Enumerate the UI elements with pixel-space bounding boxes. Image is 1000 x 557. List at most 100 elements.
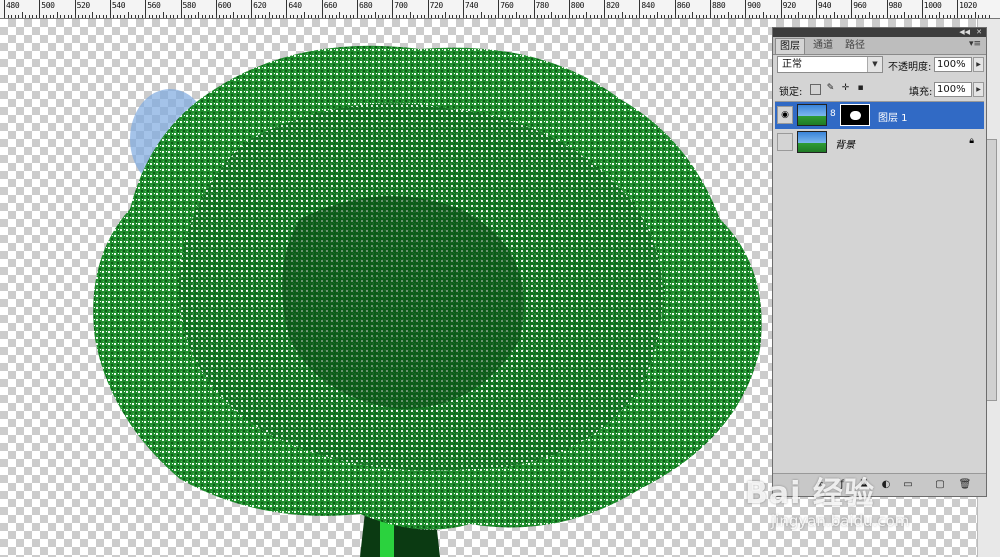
opacity-slider-arrow[interactable]: ▶ bbox=[973, 57, 984, 72]
ruler-label: 940 bbox=[817, 1, 832, 10]
ruler-tick bbox=[508, 15, 510, 18]
ruler-tick bbox=[346, 15, 348, 18]
lock-transparency-icon[interactable] bbox=[810, 84, 821, 95]
ruler-tick bbox=[258, 15, 260, 18]
ruler-label: 580 bbox=[182, 1, 197, 10]
layer-row-background[interactable]: 背景 🔒︎ bbox=[775, 129, 984, 156]
menu-icon[interactable]: ▾≡ bbox=[969, 39, 981, 49]
layer-mask-thumbnail[interactable] bbox=[840, 104, 870, 126]
move-icon[interactable]: ✛ bbox=[840, 83, 851, 94]
ruler-tick bbox=[551, 12, 553, 18]
layer-name[interactable]: 背景 bbox=[835, 136, 855, 151]
ruler-tick bbox=[349, 15, 351, 18]
ruler-tick bbox=[162, 12, 164, 18]
ruler-tick bbox=[734, 15, 736, 18]
fill-slider-arrow[interactable]: ▶ bbox=[973, 82, 984, 97]
ruler-tick bbox=[611, 15, 613, 18]
ruler-tick bbox=[614, 15, 616, 18]
ruler-tick bbox=[597, 15, 599, 18]
tab-paths[interactable]: 路径 bbox=[841, 38, 869, 53]
new-group-icon[interactable]: ▭ bbox=[901, 478, 915, 491]
ruler-tick bbox=[589, 15, 591, 18]
ruler-label: 1020 bbox=[959, 1, 977, 10]
ruler-label: 880 bbox=[712, 1, 726, 10]
ruler-tick bbox=[904, 12, 906, 18]
panel-bottom-toolbar: ∞ ƒ ◘ ◐ ▭ ▢ 🗑︎ bbox=[773, 473, 986, 496]
ruler-tick bbox=[868, 12, 870, 18]
ruler-tick bbox=[826, 15, 828, 18]
ruler-tick bbox=[466, 15, 468, 18]
ruler-tick bbox=[607, 15, 609, 18]
ruler-tick bbox=[42, 15, 44, 18]
lock-icon: 🔒︎ bbox=[969, 136, 974, 146]
ruler-tick bbox=[953, 15, 955, 18]
ruler-tick bbox=[74, 0, 76, 18]
add-mask-icon[interactable]: ◘ bbox=[857, 478, 871, 491]
ruler-tick bbox=[639, 0, 641, 18]
ruler-label: 1000 bbox=[923, 1, 942, 10]
ruler-tick bbox=[56, 12, 58, 18]
ruler-tick bbox=[381, 15, 383, 18]
ruler-tick bbox=[335, 15, 337, 18]
layers-list: ◉ 8 图层 1 背景 🔒︎ bbox=[775, 101, 984, 467]
brush-icon[interactable]: ✎ bbox=[825, 83, 836, 94]
ruler-tick bbox=[822, 15, 824, 18]
ruler-tick bbox=[279, 15, 281, 18]
ruler-tick bbox=[402, 15, 404, 18]
tab-channels[interactable]: 通道 bbox=[809, 38, 837, 53]
trash-icon[interactable]: 🗑︎ bbox=[958, 478, 972, 491]
blend-mode-value: 正常 bbox=[782, 59, 802, 70]
new-layer-icon[interactable]: ▢ bbox=[933, 478, 947, 491]
ruler-tick bbox=[964, 15, 966, 18]
opacity-field[interactable]: 100% bbox=[934, 57, 972, 72]
link-layers-icon[interactable]: ∞ bbox=[813, 478, 827, 491]
panel-title-bar[interactable]: ◀◀ ✕ bbox=[773, 28, 986, 37]
visibility-toggle[interactable] bbox=[777, 133, 793, 151]
fill-field[interactable]: 100% bbox=[934, 82, 972, 97]
ruler-tick bbox=[706, 15, 708, 18]
ruler-tick bbox=[4, 0, 5, 18]
eye-icon[interactable]: ◉ bbox=[777, 106, 793, 124]
close-icon[interactable]: ✕ bbox=[976, 28, 982, 37]
layers-panel: ◀◀ ✕ 图层 通道 路径 ▾≡ 正常 ▼ 不透明度: 100% ▶ 锁定: ✎… bbox=[772, 27, 987, 497]
ruler-tick bbox=[858, 15, 860, 18]
blend-mode-select[interactable]: 正常 ▼ bbox=[777, 56, 883, 73]
ruler-label: 720 bbox=[429, 1, 444, 10]
ruler-tick bbox=[505, 15, 507, 18]
ruler-tick bbox=[413, 15, 415, 18]
ruler-tick bbox=[254, 15, 256, 18]
ruler-tick bbox=[409, 12, 411, 18]
ruler-tick bbox=[477, 15, 479, 18]
ruler-tick bbox=[173, 15, 175, 18]
lock-icon[interactable]: ▪ bbox=[855, 83, 866, 94]
layer-name[interactable]: 图层 1 bbox=[878, 109, 908, 124]
ruler-tick bbox=[762, 12, 764, 18]
ruler-tick bbox=[642, 15, 644, 18]
ruler-tick bbox=[618, 15, 620, 18]
ruler-tick bbox=[85, 15, 87, 18]
ruler-tick bbox=[671, 15, 673, 18]
ruler-tick bbox=[960, 15, 962, 18]
ruler-tick bbox=[759, 15, 761, 18]
chevron-down-icon[interactable]: ▼ bbox=[867, 57, 882, 72]
ruler-tick bbox=[300, 15, 302, 18]
ruler-tick bbox=[272, 15, 274, 18]
horizontal-ruler[interactable]: 480 500 520 540 560 580 600 620 640 660 680 700 720 7… bbox=[0, 0, 1000, 19]
ruler-label: 980 bbox=[888, 1, 903, 10]
ruler-tick bbox=[526, 15, 528, 18]
ruler-tick bbox=[342, 15, 344, 18]
collapse-icon[interactable]: ◀◀ bbox=[959, 28, 970, 37]
ruler-tick bbox=[918, 15, 920, 18]
fx-icon[interactable]: ƒ bbox=[835, 478, 849, 491]
ruler-tick bbox=[124, 15, 126, 18]
ruler-label: 480 bbox=[6, 1, 20, 10]
ruler-tick bbox=[427, 0, 429, 18]
link-icon[interactable]: 8 bbox=[830, 109, 836, 119]
ruler-tick bbox=[882, 15, 884, 18]
layer-row-1[interactable]: ◉ 8 图层 1 bbox=[775, 102, 984, 129]
tab-layers[interactable]: 图层 bbox=[775, 38, 805, 54]
adjustment-icon[interactable]: ◐ bbox=[879, 478, 893, 491]
ruler-tick bbox=[844, 15, 846, 18]
ruler-tick bbox=[240, 15, 242, 18]
ruler-tick bbox=[395, 15, 397, 18]
